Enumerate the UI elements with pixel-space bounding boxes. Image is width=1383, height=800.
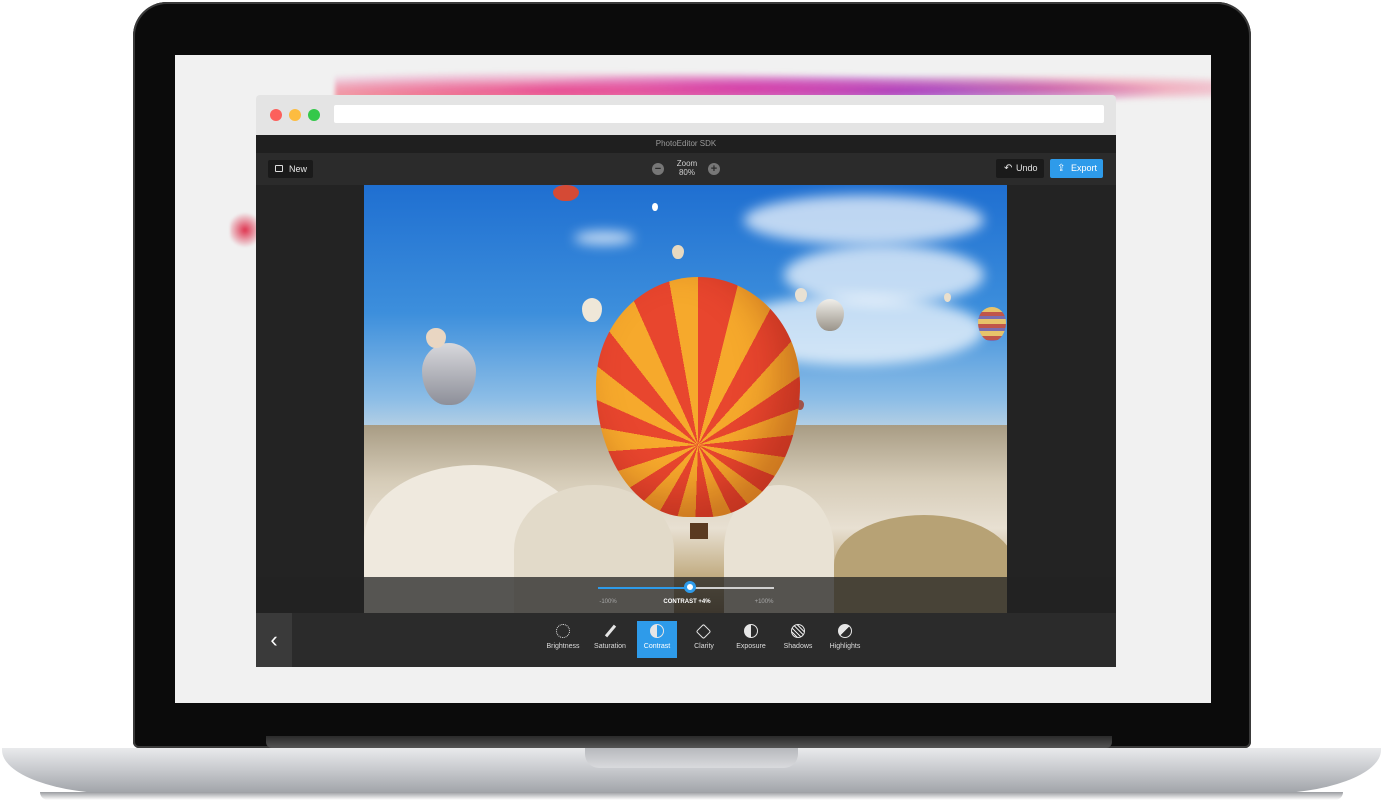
maximize-window-button[interactable] bbox=[308, 109, 320, 121]
tool-highlights[interactable]: Highlights bbox=[825, 621, 865, 658]
zoom-in-button[interactable]: + bbox=[708, 163, 720, 175]
photo-editor-app: PhotoEditor SDK New − Zoom 80% + ↶ Undo bbox=[256, 135, 1116, 667]
brightness-icon bbox=[556, 624, 570, 638]
contrast-icon bbox=[650, 624, 664, 638]
tool-clarity[interactable]: Clarity bbox=[684, 621, 724, 658]
tool-label: Contrast bbox=[643, 643, 671, 650]
tool-label: Shadows bbox=[783, 643, 813, 650]
undo-button[interactable]: ↶ Undo bbox=[996, 159, 1044, 178]
undo-button-label: Undo bbox=[1016, 163, 1038, 173]
bottom-toolbar: ‹ Brightness Saturation Contrast Clarity bbox=[256, 613, 1116, 667]
slider-handle[interactable] bbox=[684, 581, 696, 593]
laptop-notch bbox=[585, 748, 798, 768]
shadows-icon bbox=[791, 624, 805, 638]
laptop-shadow bbox=[40, 792, 1343, 800]
tool-label: Clarity bbox=[694, 643, 714, 650]
new-button-label: New bbox=[289, 164, 308, 174]
tool-contrast[interactable]: Contrast bbox=[637, 621, 677, 658]
balloon bbox=[582, 298, 602, 322]
balloon-basket bbox=[690, 523, 708, 539]
tool-exposure[interactable]: Exposure bbox=[731, 621, 771, 658]
export-button-label: Export bbox=[1071, 163, 1098, 173]
cloud bbox=[744, 195, 984, 245]
new-button[interactable]: New bbox=[268, 160, 313, 178]
main-balloon bbox=[596, 277, 800, 517]
balloon bbox=[652, 203, 658, 211]
tool-brightness[interactable]: Brightness bbox=[543, 621, 583, 658]
balloon bbox=[672, 245, 684, 259]
balloon bbox=[795, 288, 807, 302]
close-window-button[interactable] bbox=[270, 109, 282, 121]
zoom-control: − Zoom 80% + bbox=[652, 157, 722, 181]
tool-label: Saturation bbox=[594, 643, 626, 650]
slider-fill bbox=[598, 587, 690, 589]
laptop-screen: PhotoEditor SDK New − Zoom 80% + ↶ Undo bbox=[175, 55, 1211, 703]
balloon bbox=[426, 328, 446, 348]
slider-max-label: +100% bbox=[754, 599, 774, 605]
adjustment-slider-panel: -100% CONTRAST +4% +100% bbox=[256, 577, 1116, 613]
slider-value-label: CONTRAST +4% bbox=[663, 599, 711, 605]
tool-shadows[interactable]: Shadows bbox=[778, 621, 818, 658]
export-button[interactable]: ⇪ Export bbox=[1050, 159, 1103, 178]
zoom-out-button[interactable]: − bbox=[652, 163, 664, 175]
balloon bbox=[978, 307, 1006, 341]
edited-photo[interactable] bbox=[364, 185, 1007, 613]
laptop-hinge bbox=[266, 736, 1112, 748]
minimize-window-button[interactable] bbox=[289, 109, 301, 121]
zoom-label: Zoom bbox=[676, 159, 698, 168]
back-button[interactable]: ‹ bbox=[256, 613, 292, 667]
balloon bbox=[553, 185, 579, 201]
tool-label: Exposure bbox=[736, 643, 766, 650]
editor-canvas: -100% CONTRAST +4% +100% bbox=[256, 185, 1116, 613]
tool-label: Highlights bbox=[829, 643, 861, 650]
balloon bbox=[422, 343, 476, 405]
image-icon bbox=[275, 165, 283, 172]
undo-icon: ↶ bbox=[1004, 163, 1013, 174]
top-toolbar: New − Zoom 80% + ↶ Undo ⇪ Export bbox=[256, 153, 1116, 185]
zoom-value: 80% bbox=[678, 168, 695, 177]
browser-chrome bbox=[256, 95, 1116, 135]
slider-min-label: -100% bbox=[599, 599, 617, 605]
balloon bbox=[944, 293, 951, 302]
app-title: PhotoEditor SDK bbox=[256, 135, 1116, 153]
balloon bbox=[816, 299, 844, 331]
saturation-icon bbox=[604, 624, 617, 638]
cloud bbox=[574, 231, 634, 245]
clarity-icon bbox=[695, 623, 712, 640]
browser-window: PhotoEditor SDK New − Zoom 80% + ↶ Undo bbox=[256, 95, 1116, 667]
highlights-icon bbox=[838, 624, 852, 638]
tool-label: Brightness bbox=[546, 643, 580, 650]
export-icon: ⇪ bbox=[1057, 163, 1066, 174]
exposure-icon bbox=[744, 624, 758, 638]
address-bar[interactable] bbox=[334, 105, 1104, 123]
tool-saturation[interactable]: Saturation bbox=[590, 621, 630, 658]
